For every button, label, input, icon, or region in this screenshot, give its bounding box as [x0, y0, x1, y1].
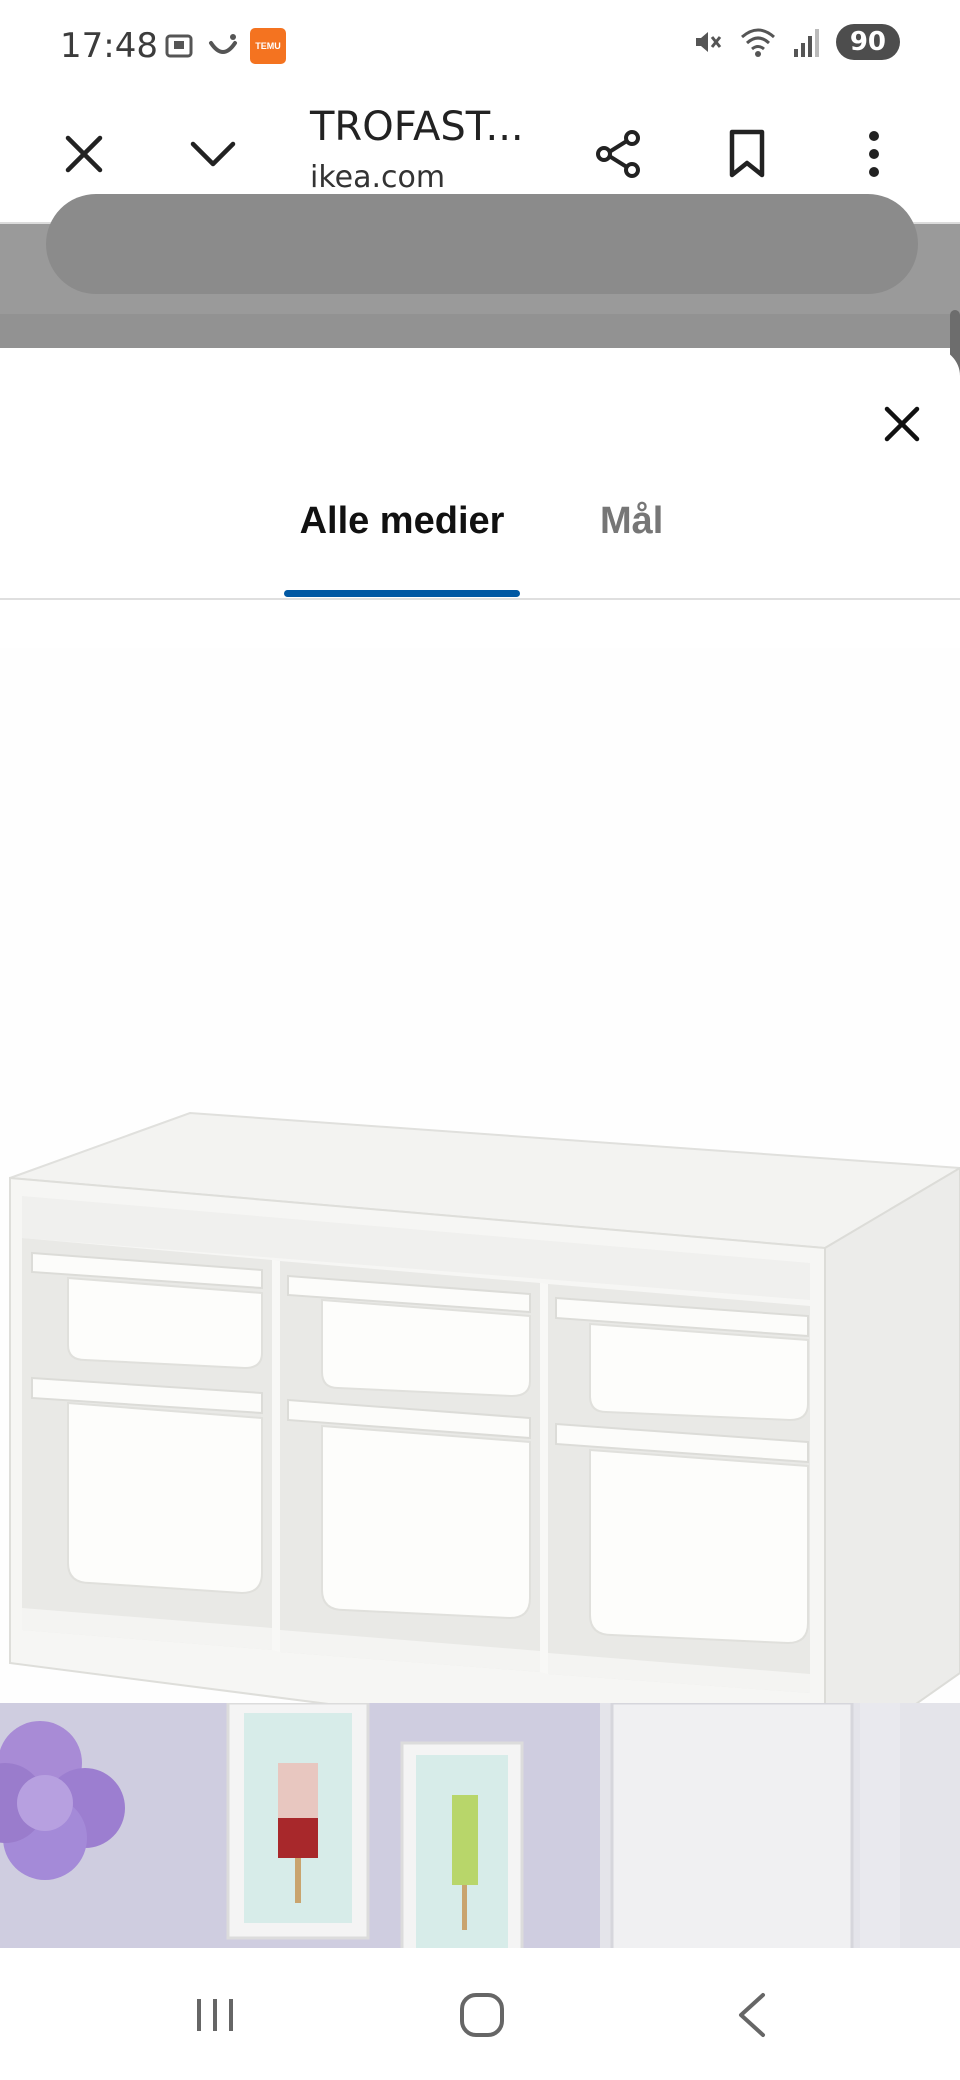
signal-icon [793, 29, 819, 57]
box-small-right [555, 1296, 809, 1422]
mute-icon [695, 32, 721, 52]
status-bar: 17:48 TEMU 90 [0, 0, 960, 90]
dimmed-page-background [0, 194, 960, 348]
home-icon [460, 1993, 504, 2037]
dimmed-strip [0, 314, 960, 348]
page-url: ikea.com [310, 160, 446, 195]
close-tab-button[interactable] [46, 116, 122, 192]
tab-maal[interactable]: Mål [600, 498, 663, 600]
status-notification-icons: TEMU [162, 28, 286, 64]
back-icon [739, 1993, 765, 2037]
room-photo-thumbnail[interactable] [0, 1703, 960, 1948]
smile-icon [209, 34, 237, 54]
dimmed-search-bar [46, 194, 918, 294]
more-options-button[interactable] [836, 116, 912, 192]
active-tab-indicator [284, 590, 520, 597]
recent-apps-button[interactable] [170, 1980, 260, 2050]
tab-alle-medier[interactable]: Alle medier [284, 498, 520, 600]
share-icon [596, 130, 640, 178]
bookmark-button[interactable] [709, 116, 785, 192]
temu-app-icon: TEMU [250, 28, 286, 64]
page-title: TROFAST... [310, 104, 524, 150]
status-time: 17:48 [60, 26, 158, 66]
wifi-icon [740, 28, 775, 57]
share-button[interactable] [580, 116, 656, 192]
sheet-close-button[interactable] [866, 388, 938, 460]
system-nav-bar [0, 1950, 960, 2080]
media-tabs: Alle medier Mål [0, 498, 960, 600]
back-button[interactable] [707, 1980, 797, 2050]
media-sheet: Alle medier Mål [0, 348, 960, 1948]
box-small-middle [287, 1274, 531, 1398]
close-icon [65, 135, 103, 173]
recent-apps-icon [197, 1999, 233, 2031]
box-large-middle [287, 1398, 531, 1620]
status-system-icons: 90 [690, 24, 900, 60]
box-large-right [555, 1422, 809, 1645]
screenshot-icon [165, 34, 193, 58]
close-icon [884, 406, 920, 442]
home-button[interactable] [437, 1980, 527, 2050]
minimize-tab-button[interactable] [175, 116, 251, 192]
more-vert-icon [869, 131, 879, 177]
battery-indicator: 90 [835, 24, 900, 60]
chevron-down-icon [190, 141, 236, 167]
bookmark-icon [729, 129, 765, 178]
